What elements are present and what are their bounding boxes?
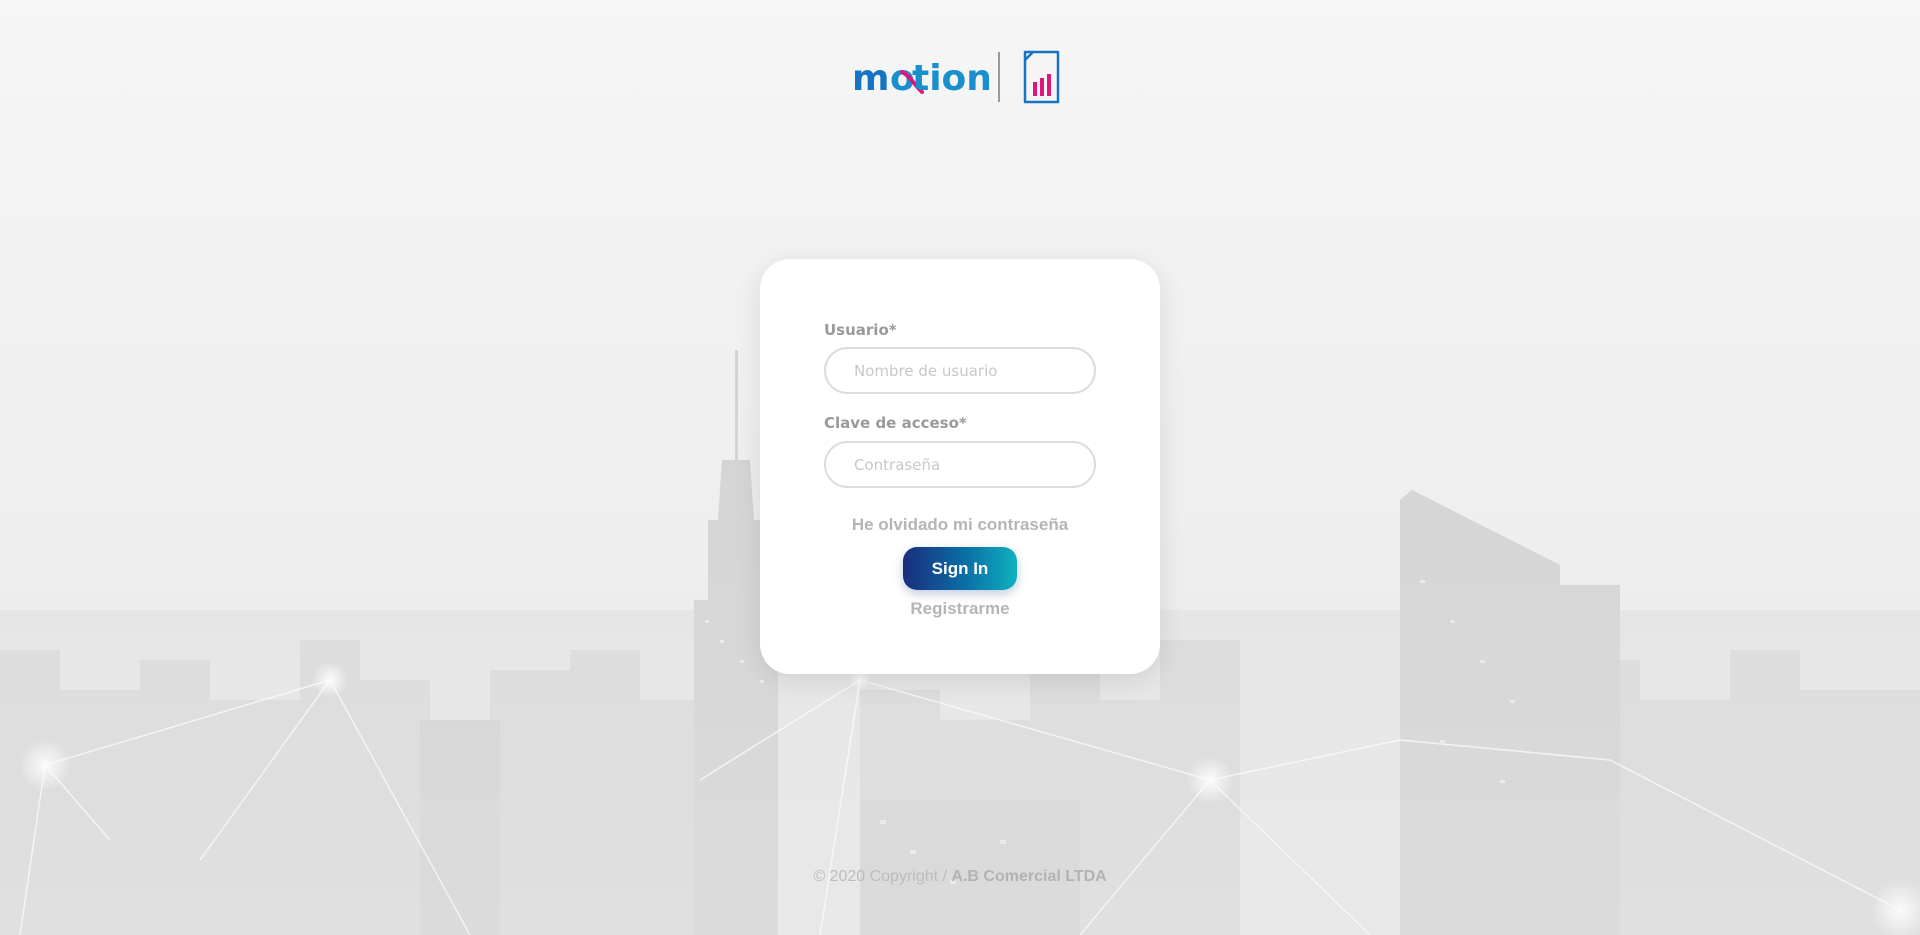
logo-divider [998, 52, 1000, 102]
footer-copyright: © 2020 Copyright / A.B Comercial LTDA [0, 868, 1920, 886]
username-input[interactable] [824, 347, 1096, 394]
forgot-password-link[interactable]: He olvidado mi contraseña [760, 515, 1160, 535]
username-label: Usuario* [824, 321, 897, 339]
login-card: Usuario* Clave de acceso* He olvidado mi… [760, 259, 1160, 674]
svg-text:tion: tion [912, 58, 992, 99]
copyright-prefix: © 2020 Copyright / [813, 868, 952, 885]
password-input[interactable] [824, 441, 1096, 488]
password-label: Clave de acceso* [824, 414, 967, 432]
svg-text:m: m [852, 58, 889, 99]
company-name: A.B Comercial LTDA [951, 868, 1107, 885]
motion-logo: m o tion [852, 50, 1060, 104]
sign-in-button[interactable]: Sign In [903, 547, 1017, 590]
sim-card-signal-icon [1023, 50, 1060, 104]
brand-logo: m o tion [850, 48, 1070, 104]
register-link[interactable]: Registrarme [760, 599, 1160, 619]
